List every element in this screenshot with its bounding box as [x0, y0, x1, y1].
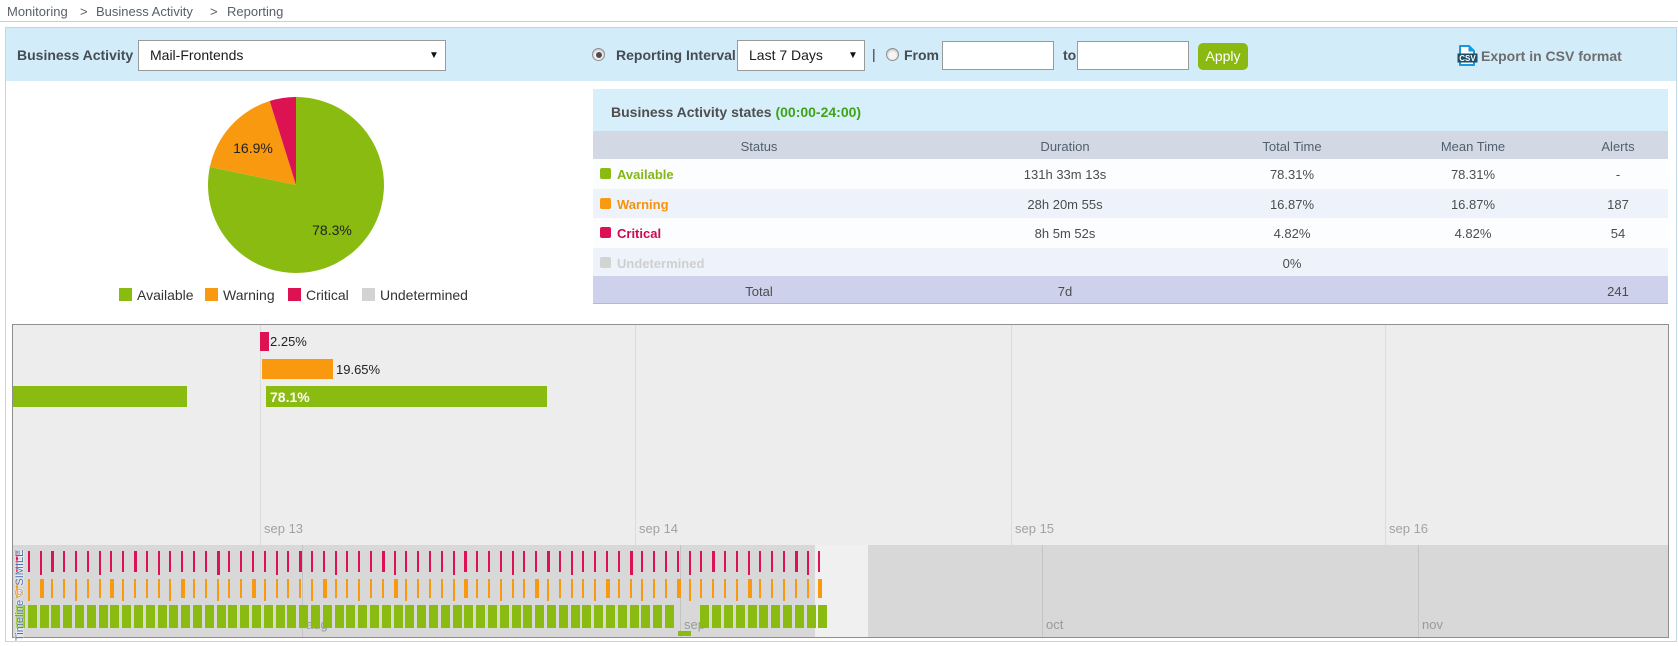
svg-text:78.3%: 78.3%: [312, 222, 352, 238]
svg-text:16.9%: 16.9%: [233, 140, 273, 156]
svg-text:CSV: CSV: [1459, 54, 1476, 63]
